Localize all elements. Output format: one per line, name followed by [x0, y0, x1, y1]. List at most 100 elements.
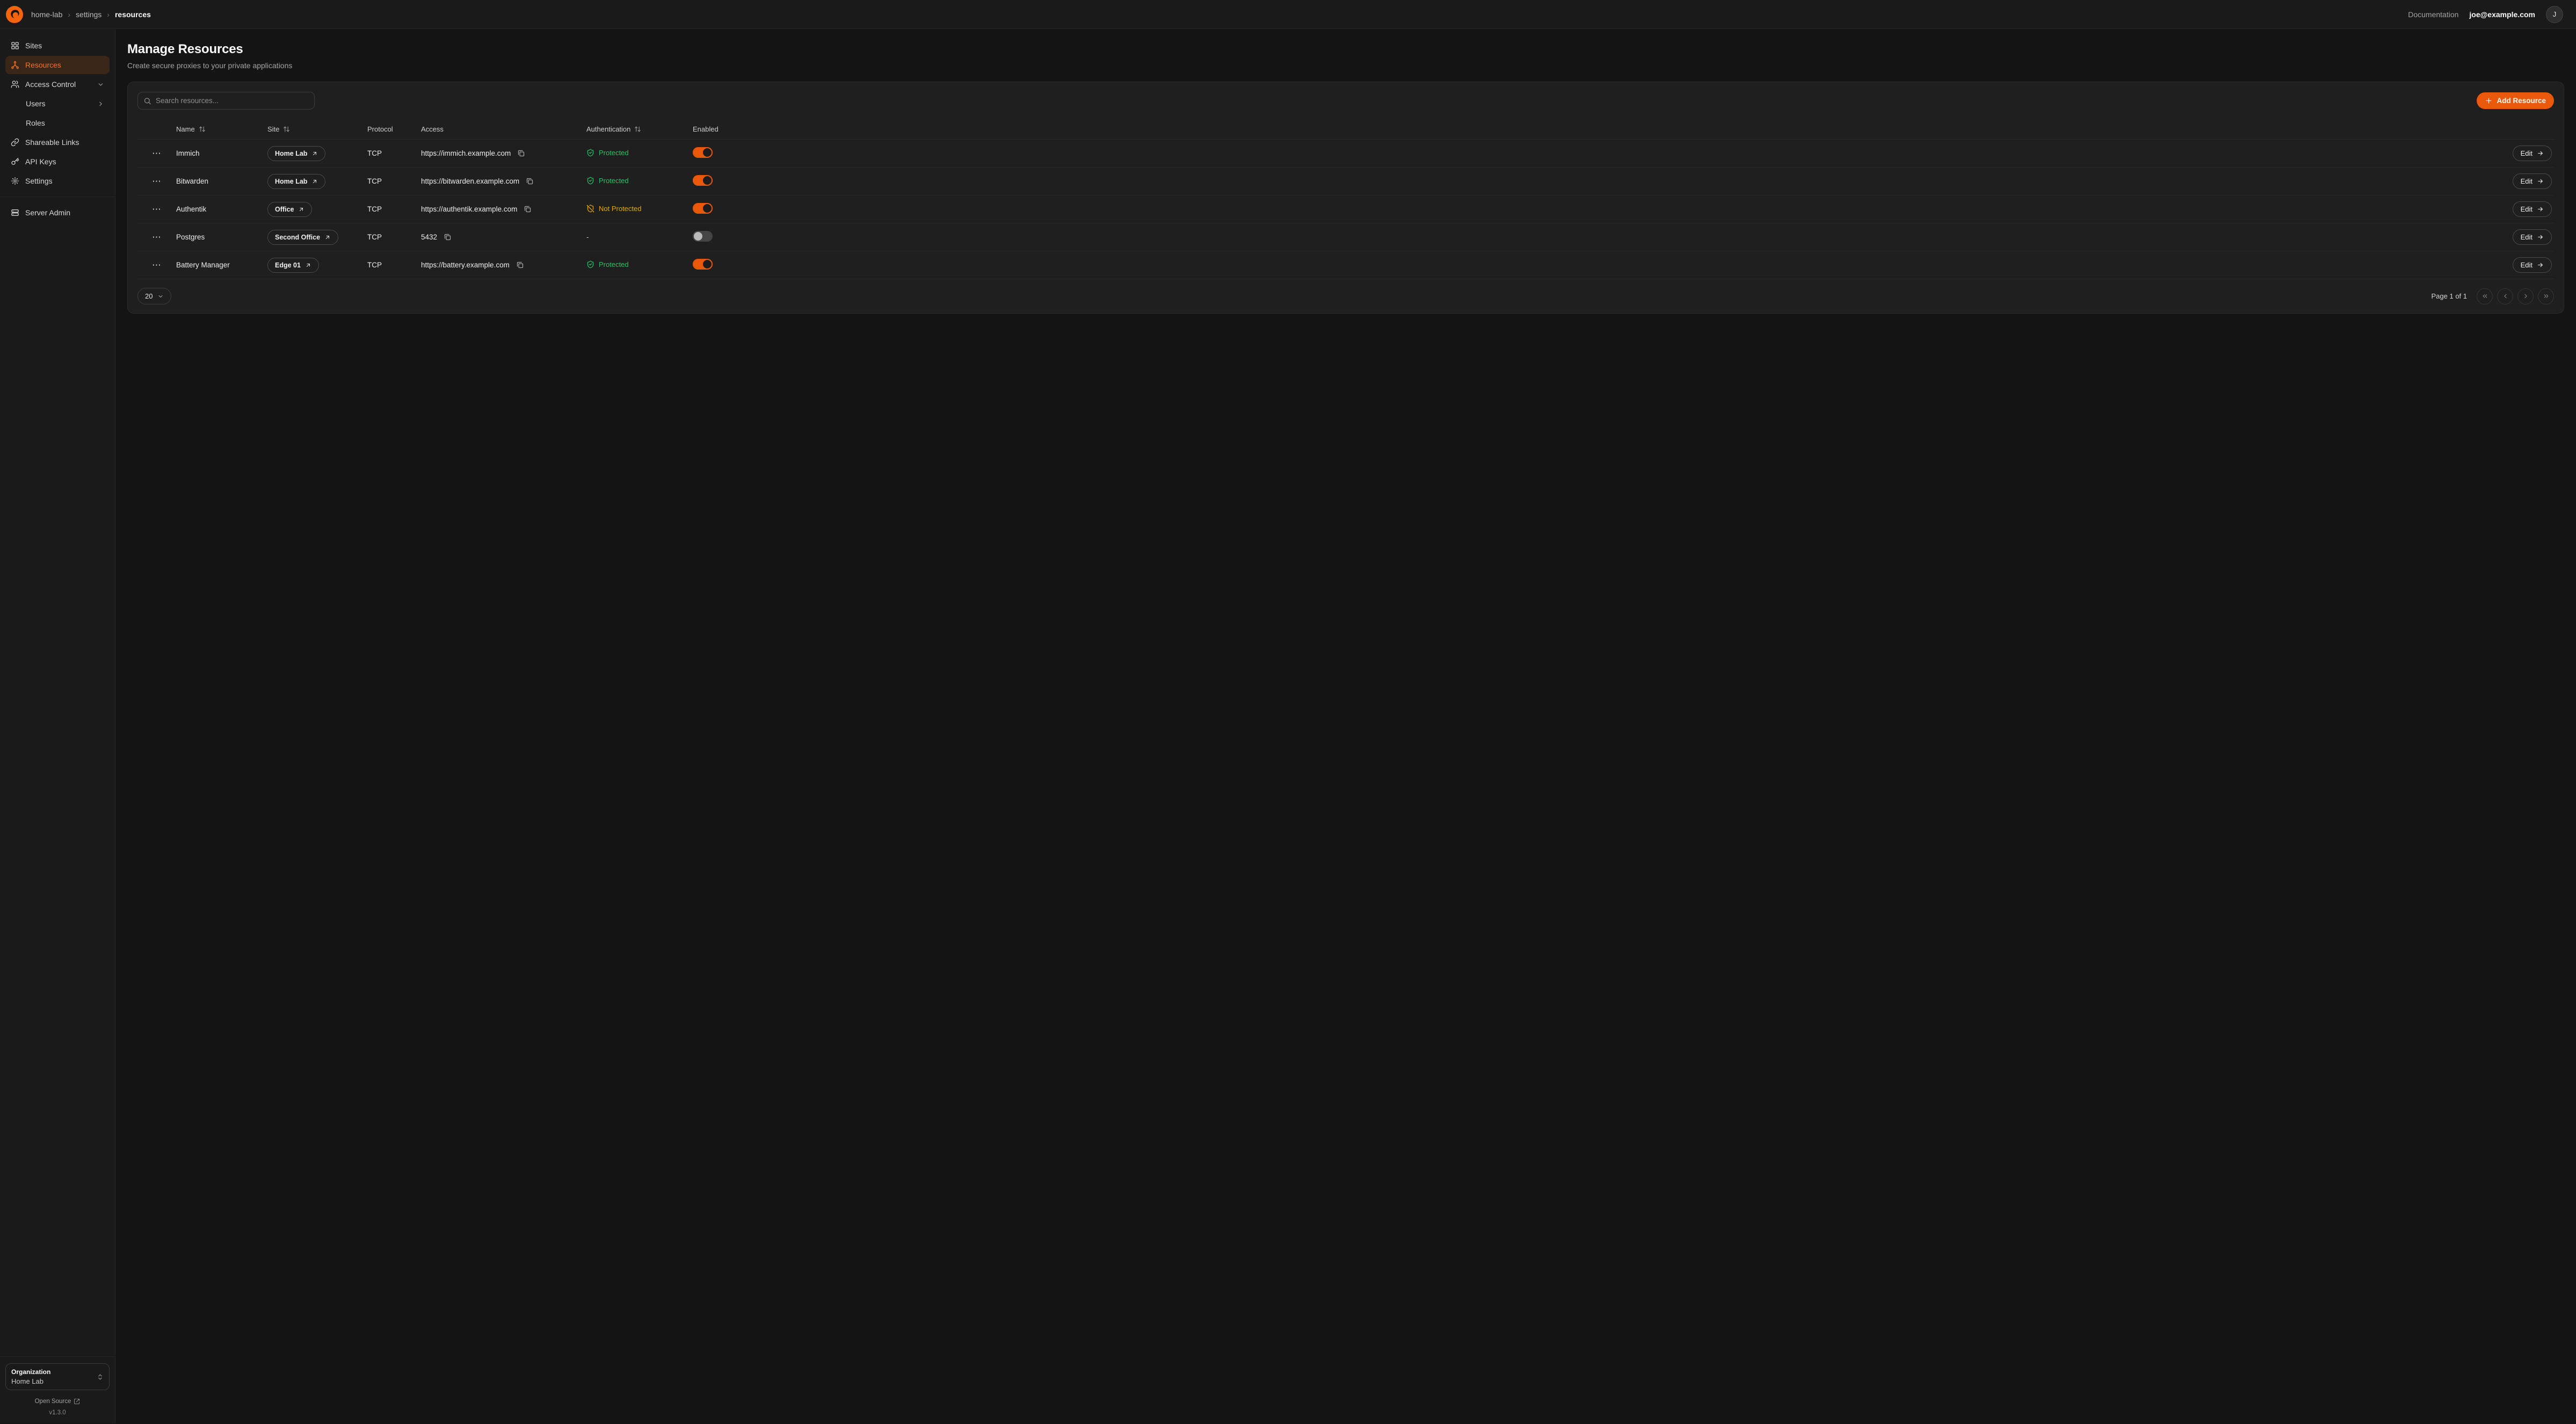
add-resource-button[interactable]: Add Resource — [2477, 92, 2554, 109]
arrow-up-right-icon — [305, 262, 311, 268]
copy-icon[interactable] — [525, 176, 535, 186]
auth-status: Protected — [586, 260, 629, 268]
external-link-icon — [74, 1398, 80, 1405]
resource-protocol: TCP — [367, 205, 421, 213]
site-link[interactable]: Office — [267, 202, 312, 217]
copy-icon[interactable] — [516, 148, 526, 158]
search-input[interactable] — [137, 92, 315, 110]
resource-name: Bitwarden — [176, 177, 267, 185]
edit-button[interactable]: Edit — [2513, 146, 2552, 161]
site-link[interactable]: Home Lab — [267, 146, 325, 161]
enabled-toggle[interactable] — [693, 147, 713, 158]
column-header-protocol: Protocol — [367, 125, 421, 133]
organization-selector[interactable]: Organization Home Lab — [5, 1363, 110, 1390]
page-size-value: 20 — [145, 292, 153, 300]
edit-button[interactable]: Edit — [2513, 257, 2552, 273]
enabled-toggle[interactable] — [693, 259, 713, 270]
access-url: https://bitwarden.example.com — [421, 177, 519, 185]
breadcrumb-separator: › — [107, 10, 110, 19]
avatar[interactable]: J — [2546, 6, 2563, 23]
edit-button[interactable]: Edit — [2513, 201, 2552, 217]
column-header-site[interactable]: Site — [267, 125, 367, 133]
chevrons-up-down-icon — [97, 1374, 104, 1381]
version-label: v1.3.0 — [5, 1410, 110, 1416]
organization-text: Organization Home Lab — [11, 1368, 97, 1385]
arrow-right-icon — [2537, 178, 2544, 185]
server-icon — [11, 208, 19, 217]
sidebar-item-label: Server Admin — [25, 208, 70, 217]
row-menu-button[interactable]: ⋯ — [149, 259, 165, 272]
copy-icon[interactable] — [442, 232, 453, 242]
page-subtitle: Create secure proxies to your private ap… — [127, 61, 2564, 70]
arrow-right-icon — [2537, 261, 2544, 268]
sidebar-nav: Sites Resources Access Control Users — [0, 29, 115, 227]
row-menu-button[interactable]: ⋯ — [149, 203, 165, 216]
resource-protocol: TCP — [367, 261, 421, 269]
documentation-link[interactable]: Documentation — [2408, 10, 2458, 19]
toggle-knob — [703, 260, 712, 268]
enabled-toggle[interactable] — [693, 203, 713, 214]
enabled-toggle[interactable] — [693, 175, 713, 186]
sidebar-item-sites[interactable]: Sites — [5, 37, 110, 55]
site-link[interactable]: Edge 01 — [267, 258, 319, 273]
page-size-select[interactable]: 20 — [137, 288, 171, 304]
last-page-button[interactable] — [2538, 288, 2554, 304]
table-row-battery-manager: ⋯ Battery Manager Edge 01 TCP https://ba… — [137, 251, 2554, 279]
resource-protocol: TCP — [367, 149, 421, 157]
sidebar-item-roles[interactable]: Roles — [5, 114, 110, 132]
app-logo[interactable] — [5, 5, 24, 24]
top-bar: home-lab › settings › resources Document… — [0, 0, 2576, 29]
resource-name: Battery Manager — [176, 261, 267, 269]
open-source-link[interactable]: Open Source — [5, 1398, 110, 1405]
edit-button[interactable]: Edit — [2513, 173, 2552, 189]
copy-icon[interactable] — [523, 204, 533, 214]
sidebar-item-users[interactable]: Users — [5, 95, 110, 113]
breadcrumb-settings[interactable]: settings — [76, 10, 101, 19]
chevron-down-icon — [157, 293, 164, 300]
shield-check-icon — [586, 149, 594, 157]
resource-protocol: TCP — [367, 177, 421, 185]
sidebar-item-access-control[interactable]: Access Control — [5, 75, 110, 93]
sidebar-item-shareable-links[interactable]: Shareable Links — [5, 133, 110, 151]
sidebar-item-label: Settings — [25, 177, 53, 185]
sidebar-item-label: Resources — [25, 61, 61, 69]
site-link[interactable]: Home Lab — [267, 174, 325, 189]
resources-table: Name Site Protocol Access Authenticati — [137, 119, 2554, 279]
site-link[interactable]: Second Office — [267, 230, 338, 245]
chevron-down-icon — [97, 81, 104, 88]
arrow-right-icon — [2537, 234, 2544, 241]
row-menu-button[interactable]: ⋯ — [149, 231, 165, 244]
column-header-enabled: Enabled — [693, 125, 766, 133]
copy-icon[interactable] — [515, 260, 525, 270]
column-header-authentication[interactable]: Authentication — [586, 125, 693, 133]
prev-page-button[interactable] — [2497, 288, 2513, 304]
sidebar-item-resources[interactable]: Resources — [5, 56, 110, 74]
first-page-button[interactable] — [2477, 288, 2493, 304]
search-box — [137, 92, 315, 110]
chevron-right-icon — [97, 100, 104, 107]
next-page-button[interactable] — [2517, 288, 2534, 304]
sidebar-item-label: Access Control — [25, 80, 76, 89]
row-menu-button[interactable]: ⋯ — [149, 175, 165, 188]
sort-icon[interactable] — [634, 126, 641, 133]
sidebar-item-api-keys[interactable]: API Keys — [5, 152, 110, 171]
open-source-label: Open Source — [35, 1398, 71, 1405]
breadcrumb-home-lab[interactable]: home-lab — [31, 10, 62, 19]
table-footer: 20 Page 1 of 1 — [137, 288, 2554, 304]
sidebar-item-settings[interactable]: Settings — [5, 172, 110, 190]
enabled-toggle[interactable] — [693, 231, 713, 242]
user-email[interactable]: joe@example.com — [2469, 10, 2535, 19]
app-layout: Sites Resources Access Control Users — [0, 29, 2576, 1423]
sidebar-item-server-admin[interactable]: Server Admin — [5, 204, 110, 222]
column-header-name[interactable]: Name — [176, 125, 267, 133]
key-icon — [11, 157, 19, 166]
page-info: Page 1 of 1 — [2432, 292, 2468, 300]
sort-icon[interactable] — [283, 126, 290, 133]
edit-button[interactable]: Edit — [2513, 229, 2552, 245]
search-icon — [143, 97, 151, 105]
sort-icon[interactable] — [199, 126, 206, 133]
sidebar-footer: Organization Home Lab Open Source v1.3.0 — [0, 1356, 115, 1423]
row-menu-button[interactable]: ⋯ — [149, 147, 165, 160]
main-content: Manage Resources Create secure proxies t… — [115, 29, 2576, 1423]
shield-check-icon — [586, 177, 594, 185]
